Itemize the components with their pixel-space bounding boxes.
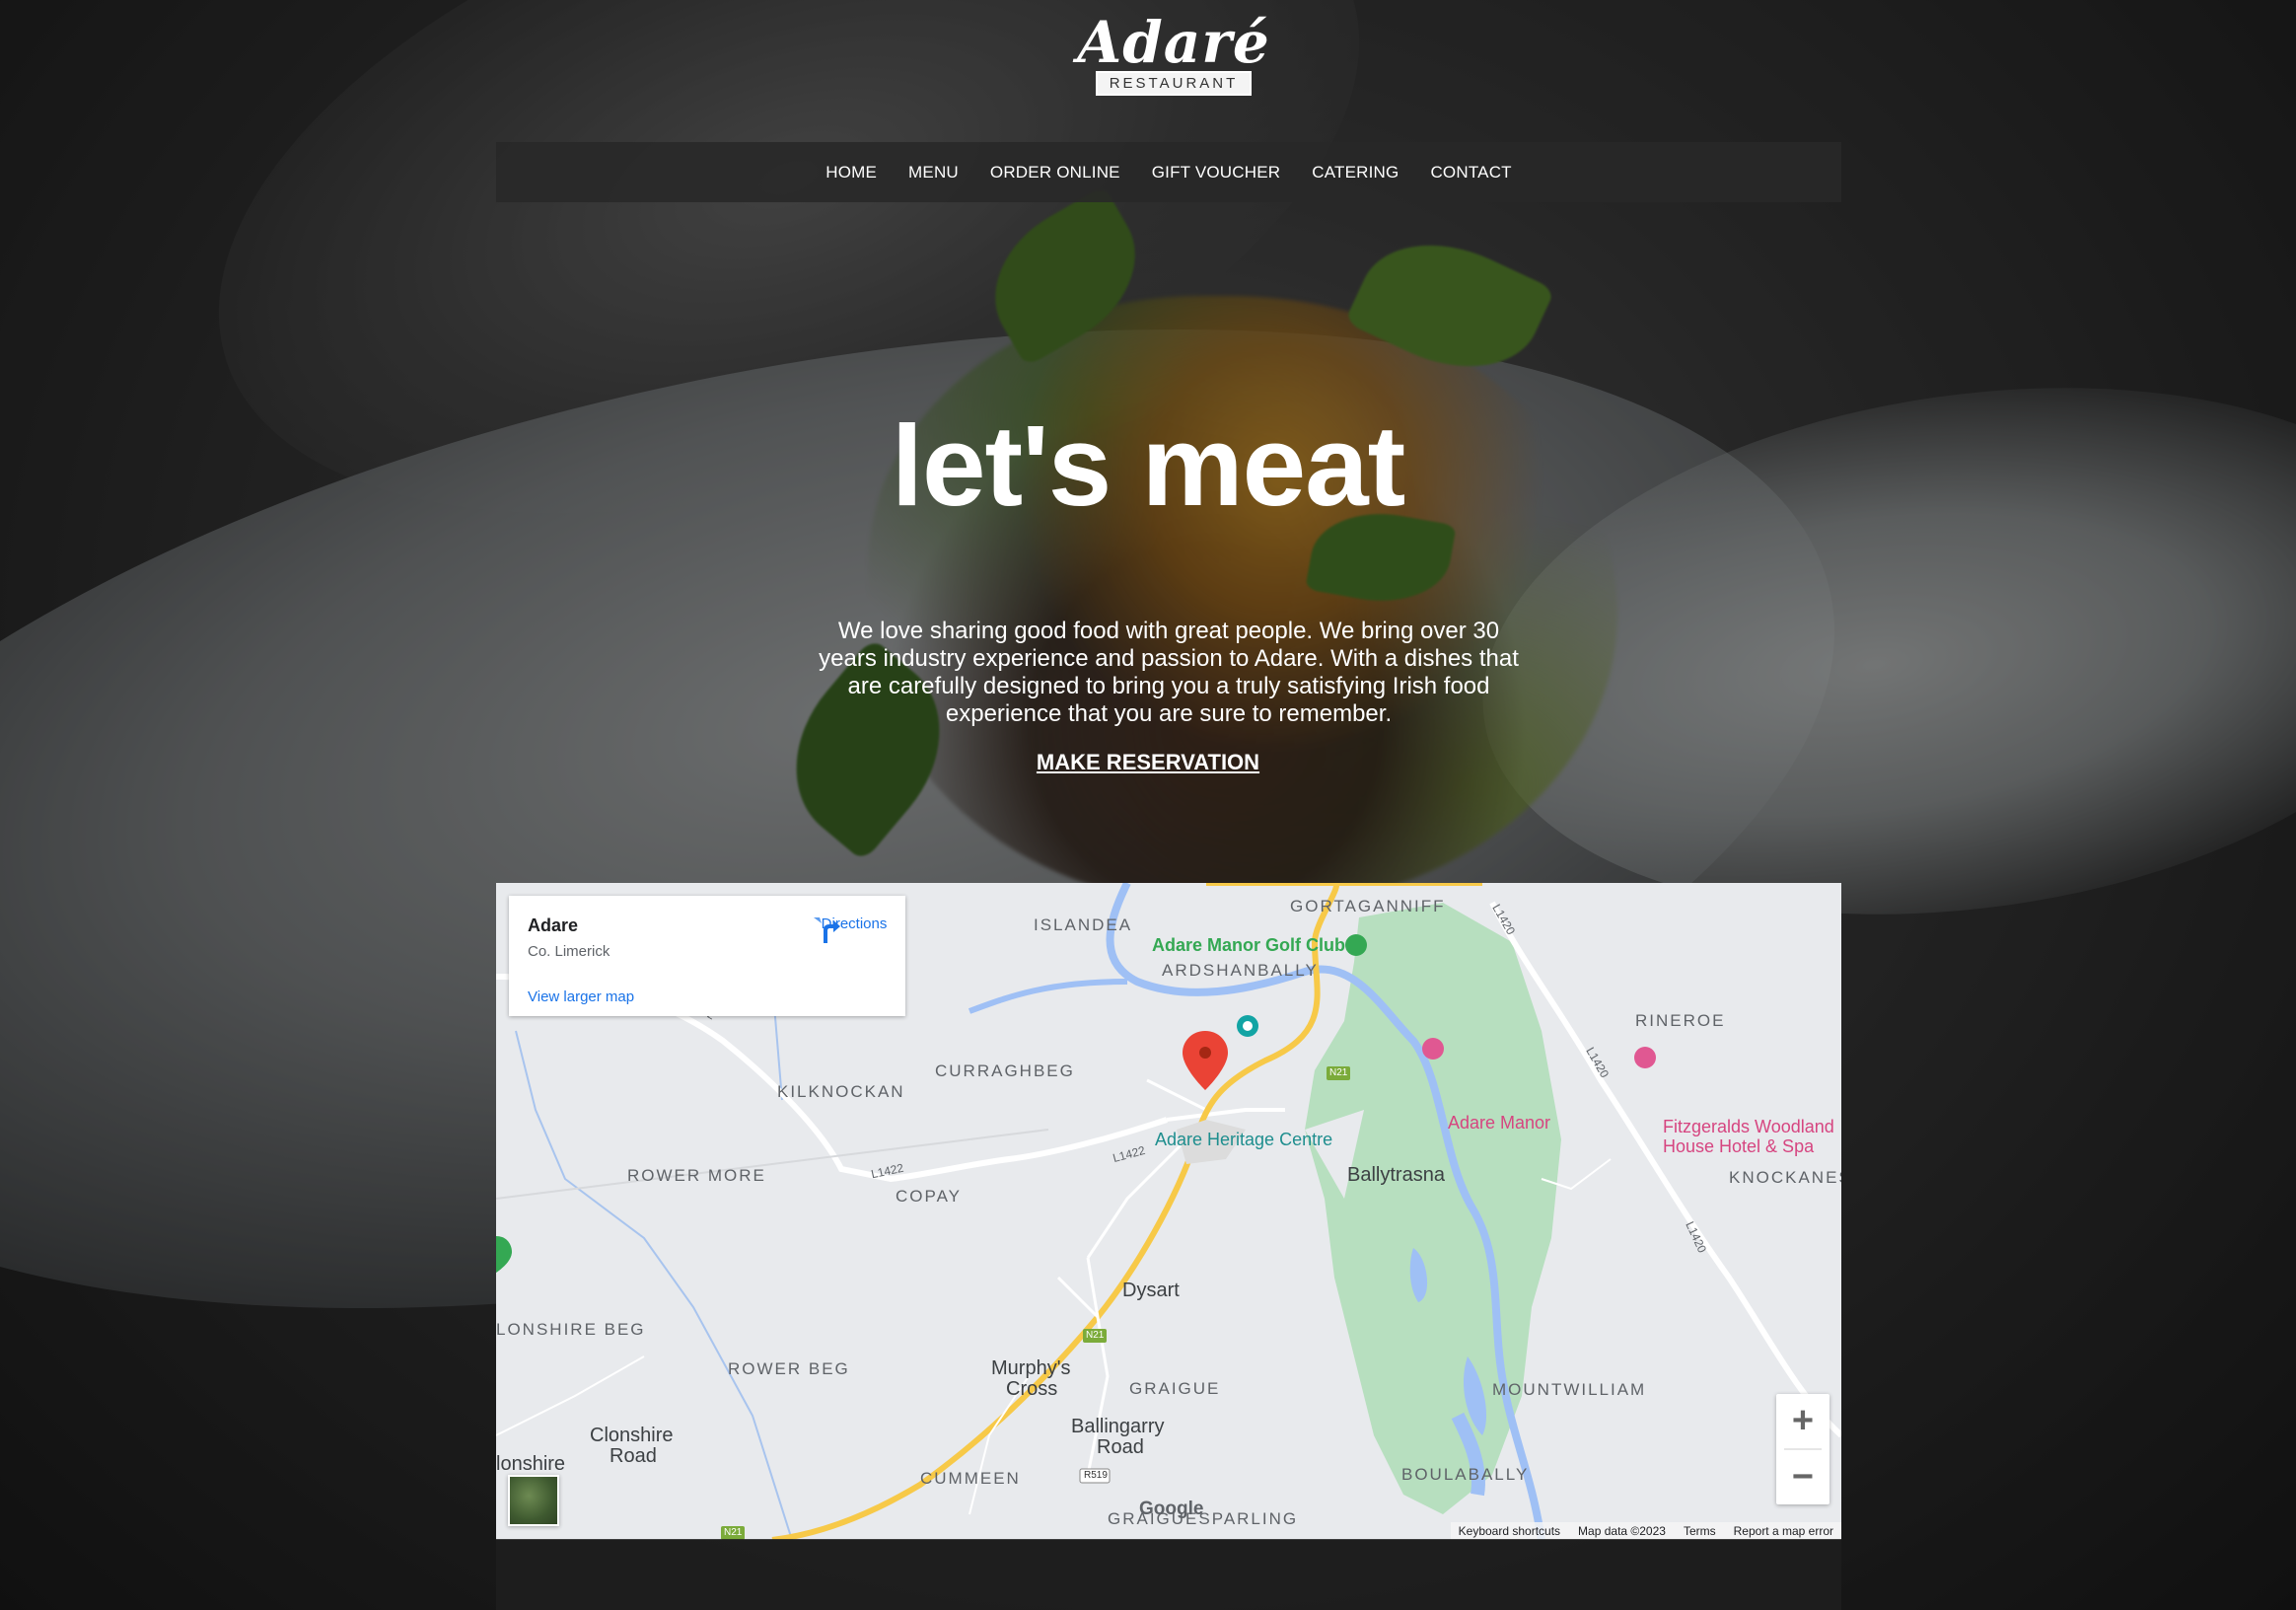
logo-subtitle: RESTAURANT <box>1095 71 1253 96</box>
satellite-view-toggle[interactable] <box>508 1475 559 1526</box>
map-label-ardshanbally: ARDSHANBALLY <box>1162 961 1319 980</box>
map-poi-fitzgeralds-line1[interactable]: Fitzgeralds Woodland <box>1663 1117 1834 1136</box>
view-larger-map-link[interactable]: View larger map <box>528 988 634 1005</box>
map-label-mountwilliam: MOUNTWILLIAM <box>1492 1380 1647 1399</box>
map-poi-adare-manor[interactable]: Adare Manor <box>1448 1113 1550 1133</box>
map-place-title: Adare <box>528 915 579 935</box>
map-town-murphys-cross: Cross <box>1006 1378 1058 1400</box>
map-poi-heritage-centre[interactable]: Adare Heritage Centre <box>1155 1130 1332 1150</box>
map-label-copay: COPAY <box>896 1187 962 1206</box>
site-logo[interactable]: Adaré RESTAURANT <box>1075 12 1272 101</box>
reservation-wrap: MAKE RESERVATION <box>0 750 2296 775</box>
map-town-dysart: Dysart <box>1122 1280 1180 1301</box>
map-attribution-bar: Keyboard shortcuts Map data ©2023 Terms … <box>1450 1522 1841 1540</box>
zoom-in-button[interactable]: + <box>1776 1394 1830 1448</box>
nav-contact[interactable]: CONTACT <box>1414 163 1527 183</box>
nav-catering[interactable]: CATERING <box>1296 163 1414 183</box>
map-label-curraghbeg: CURRAGHBEG <box>935 1061 1075 1080</box>
map-poi-fitzgeralds-line2[interactable]: House Hotel & Spa <box>1663 1136 1814 1156</box>
map-terms-link[interactable]: Terms <box>1684 1524 1716 1538</box>
content-column-footer <box>496 1539 1841 1610</box>
map-town-clonshire: Clonshire <box>590 1425 674 1446</box>
report-map-error-link[interactable]: Report a map error <box>1734 1524 1833 1538</box>
keyboard-shortcuts-link[interactable]: Keyboard shortcuts <box>1459 1524 1560 1538</box>
hero-title: let's meat <box>891 402 1406 530</box>
nav-menu[interactable]: MENU <box>893 163 974 183</box>
map-label-cummeen: CUMMEEN <box>920 1469 1021 1488</box>
make-reservation-link[interactable]: MAKE RESERVATION <box>1037 750 1259 774</box>
logo-script-text: Adaré <box>1077 9 1270 76</box>
map-road-n21-c: N21 <box>724 1527 743 1538</box>
map-poi-golf-club[interactable]: Adare Manor Golf Club <box>1152 935 1345 956</box>
map-label-clonshire-beg: LONSHIRE BEG <box>496 1320 646 1339</box>
nav-home[interactable]: HOME <box>810 163 893 183</box>
directions-button[interactable]: Directions <box>810 914 898 943</box>
map-label-rineroe: RINEROE <box>1635 1011 1726 1030</box>
map-town-ballytrasna: Ballytrasna <box>1347 1164 1445 1186</box>
map-zoom-controls: + − <box>1776 1394 1830 1504</box>
map-label-graigue: GRAIGUE <box>1129 1379 1221 1398</box>
hero-description: We love sharing good food with great peo… <box>819 618 1519 727</box>
map-label-rower-more: ROWER MORE <box>627 1166 766 1185</box>
map-info-card: Adare Co. Limerick View larger map Direc… <box>509 896 905 1016</box>
map-place-subtitle: Co. Limerick <box>528 943 610 960</box>
directions-icon <box>814 917 840 943</box>
map-label-kilknockan: KILKNOCKAN <box>777 1082 905 1101</box>
nav-order-online[interactable]: ORDER ONLINE <box>974 163 1136 183</box>
map-town-murphys: Murphy's <box>991 1357 1071 1379</box>
map-label-islandea: ISLANDEA <box>1034 915 1133 934</box>
map-road-r519: R519 <box>1084 1470 1108 1481</box>
google-map-embed[interactable]: ISLANDEA GORTAGANNIFF Adare Manor Golf C… <box>496 883 1841 1540</box>
main-navigation: HOME MENU ORDER ONLINE GIFT VOUCHER CATE… <box>496 142 1841 202</box>
map-data-credit: Map data ©2023 <box>1578 1524 1666 1538</box>
map-label-knockanes: KNOCKANES <box>1729 1168 1841 1187</box>
map-label-gortaganniff: GORTAGANNIFF <box>1290 897 1446 915</box>
map-label-rower-beg: ROWER BEG <box>728 1359 850 1378</box>
map-town-ballingarry: Ballingarry <box>1071 1416 1165 1437</box>
nav-gift-voucher[interactable]: GIFT VOUCHER <box>1136 163 1297 183</box>
map-town-ballingarry-road: Road <box>1097 1436 1144 1458</box>
google-logo: Google <box>1139 1499 1204 1519</box>
zoom-out-button[interactable]: − <box>1776 1450 1830 1504</box>
map-town-lonshire: lonshire <box>496 1453 566 1475</box>
map-label-boulabally: BOULABALLY <box>1401 1465 1530 1484</box>
map-road-n21-b: N21 <box>1086 1330 1105 1341</box>
map-town-clonshire-road: Road <box>610 1445 657 1467</box>
map-road-n21-a: N21 <box>1329 1067 1348 1078</box>
